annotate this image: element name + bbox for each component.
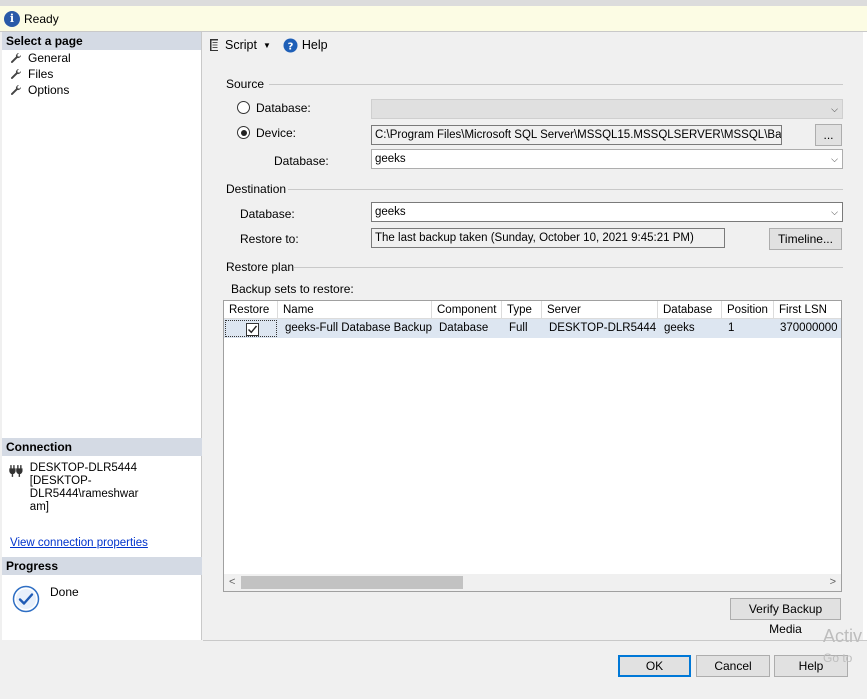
progress-status: Done [50, 585, 79, 599]
ok-button[interactable]: OK [618, 655, 691, 677]
column-header-restore[interactable]: Restore [224, 301, 278, 319]
scroll-right-icon[interactable]: > [830, 576, 836, 588]
left-panel: Select a page General Files Options Conn… [2, 32, 202, 640]
checkmark-icon [248, 325, 258, 334]
dialog-footer: OK Cancel Help Activ Go to [203, 626, 867, 699]
restore-plan-divider [294, 267, 843, 268]
cell-first-lsn: 370000000 [780, 322, 838, 334]
cancel-button[interactable]: Cancel [696, 655, 770, 677]
cell-component: Database [439, 322, 489, 334]
page-general-label: General [28, 51, 71, 65]
connection-server: DESKTOP-DLR5444 [29, 462, 137, 474]
info-icon: i [4, 10, 20, 27]
cell-position: 1 [728, 322, 735, 334]
source-database-select[interactable]: ⌵ [371, 99, 843, 119]
source-divider [269, 84, 843, 85]
cell-server: DESKTOP-DLR5444 [549, 322, 657, 334]
destination-database-value: geeks [375, 206, 406, 218]
device-radio[interactable] [237, 126, 250, 139]
device-database-value: geeks [375, 153, 406, 165]
horizontal-scrollbar[interactable]: < > [224, 574, 841, 591]
help-toolbar-button[interactable]: ? Help [283, 38, 328, 53]
page-files[interactable]: Files [2, 66, 201, 82]
restore-to-field: The last backup taken (Sunday, October 1… [371, 228, 725, 248]
done-check-icon [12, 585, 40, 613]
status-text: Ready [24, 11, 59, 26]
cell-database: geeks [664, 322, 695, 334]
grid-header: Restore Name Component Type Server Datab… [224, 301, 841, 319]
restore-cell [225, 320, 277, 337]
chevron-down-icon: ▼ [262, 40, 271, 50]
restore-plan-group-title: Restore plan [226, 260, 295, 274]
column-header-name[interactable]: Name [278, 301, 432, 319]
device-radio-label: Device: [256, 126, 297, 140]
activation-watermark-line2: Go to [823, 651, 853, 665]
column-header-database[interactable]: Database [658, 301, 722, 319]
column-header-position[interactable]: Position [722, 301, 774, 319]
progress-title: Progress [2, 557, 202, 575]
timeline-button[interactable]: Timeline... [769, 228, 842, 250]
column-header-first-lsn[interactable]: First LSN [774, 301, 841, 319]
column-header-type[interactable]: Type [502, 301, 542, 319]
progress-info: Done [12, 585, 79, 613]
column-header-server[interactable]: Server [542, 301, 658, 319]
backup-sets-label: Backup sets to restore: [231, 282, 354, 296]
device-database-select[interactable]: geeks ⌵ [371, 149, 843, 169]
destination-group-title: Destination [226, 182, 287, 196]
chevron-down-icon: ⌵ [831, 207, 838, 217]
chevron-down-icon: ⌵ [831, 104, 838, 114]
page-general[interactable]: General [2, 50, 201, 66]
right-edge [863, 32, 867, 640]
database-radio-label: Database: [256, 101, 311, 115]
restore-checkbox[interactable] [246, 323, 259, 336]
scrollbar-thumb[interactable] [241, 576, 463, 589]
destination-divider [288, 189, 843, 190]
destination-database-label: Database: [240, 207, 295, 221]
script-icon [210, 39, 218, 51]
page-options[interactable]: Options [2, 82, 201, 98]
script-label: Script [225, 38, 257, 52]
database-radio[interactable] [237, 101, 250, 114]
toolbar: Script ▼ ? Help [203, 32, 863, 58]
chevron-down-icon: ⌵ [831, 154, 838, 164]
wrench-icon [11, 84, 22, 95]
destination-database-select[interactable]: geeks ⌵ [371, 202, 843, 222]
help-label: Help [301, 38, 328, 52]
page-options-label: Options [28, 83, 70, 97]
source-group-title: Source [226, 77, 265, 91]
select-page-title: Select a page [2, 32, 201, 50]
connection-info: DESKTOP-DLR5444 [DESKTOP-DLR5444\rameshw… [8, 462, 198, 514]
help-icon: ? [283, 38, 298, 52]
table-row[interactable]: geeks-Full Database Backup Database Full… [224, 319, 841, 338]
svg-text:?: ? [287, 41, 293, 52]
status-bar: i Ready [0, 0, 867, 32]
cell-name: geeks-Full Database Backup [285, 322, 432, 334]
view-connection-properties-link[interactable]: View connection properties [10, 537, 148, 549]
main-panel: Script ▼ ? Help Source Database: ⌵ Devic… [203, 32, 863, 640]
backup-sets-grid: Restore Name Component Type Server Datab… [223, 300, 842, 592]
script-button[interactable]: Script ▼ [207, 38, 271, 52]
connection-title: Connection [2, 438, 202, 456]
connection-user-line2: am] [29, 501, 49, 513]
verify-backup-media-button[interactable]: Verify Backup Media [730, 598, 841, 636]
scroll-left-icon[interactable]: < [229, 576, 235, 588]
cell-type: Full [509, 322, 528, 334]
wrench-icon [11, 68, 22, 79]
page-files-label: Files [28, 67, 54, 81]
restore-to-label: Restore to: [240, 232, 299, 246]
wrench-icon [11, 52, 22, 63]
device-path-field[interactable]: C:\Program Files\Microsoft SQL Server\MS… [371, 125, 782, 145]
browse-device-button[interactable]: ... [815, 124, 842, 146]
source-database-label: Database: [274, 154, 329, 168]
connection-plug-icon [9, 465, 23, 477]
connection-user-line1: [DESKTOP-DLR5444\rameshwar [29, 475, 139, 500]
activation-watermark-line1: Activ [823, 626, 863, 646]
column-header-component[interactable]: Component [432, 301, 502, 319]
